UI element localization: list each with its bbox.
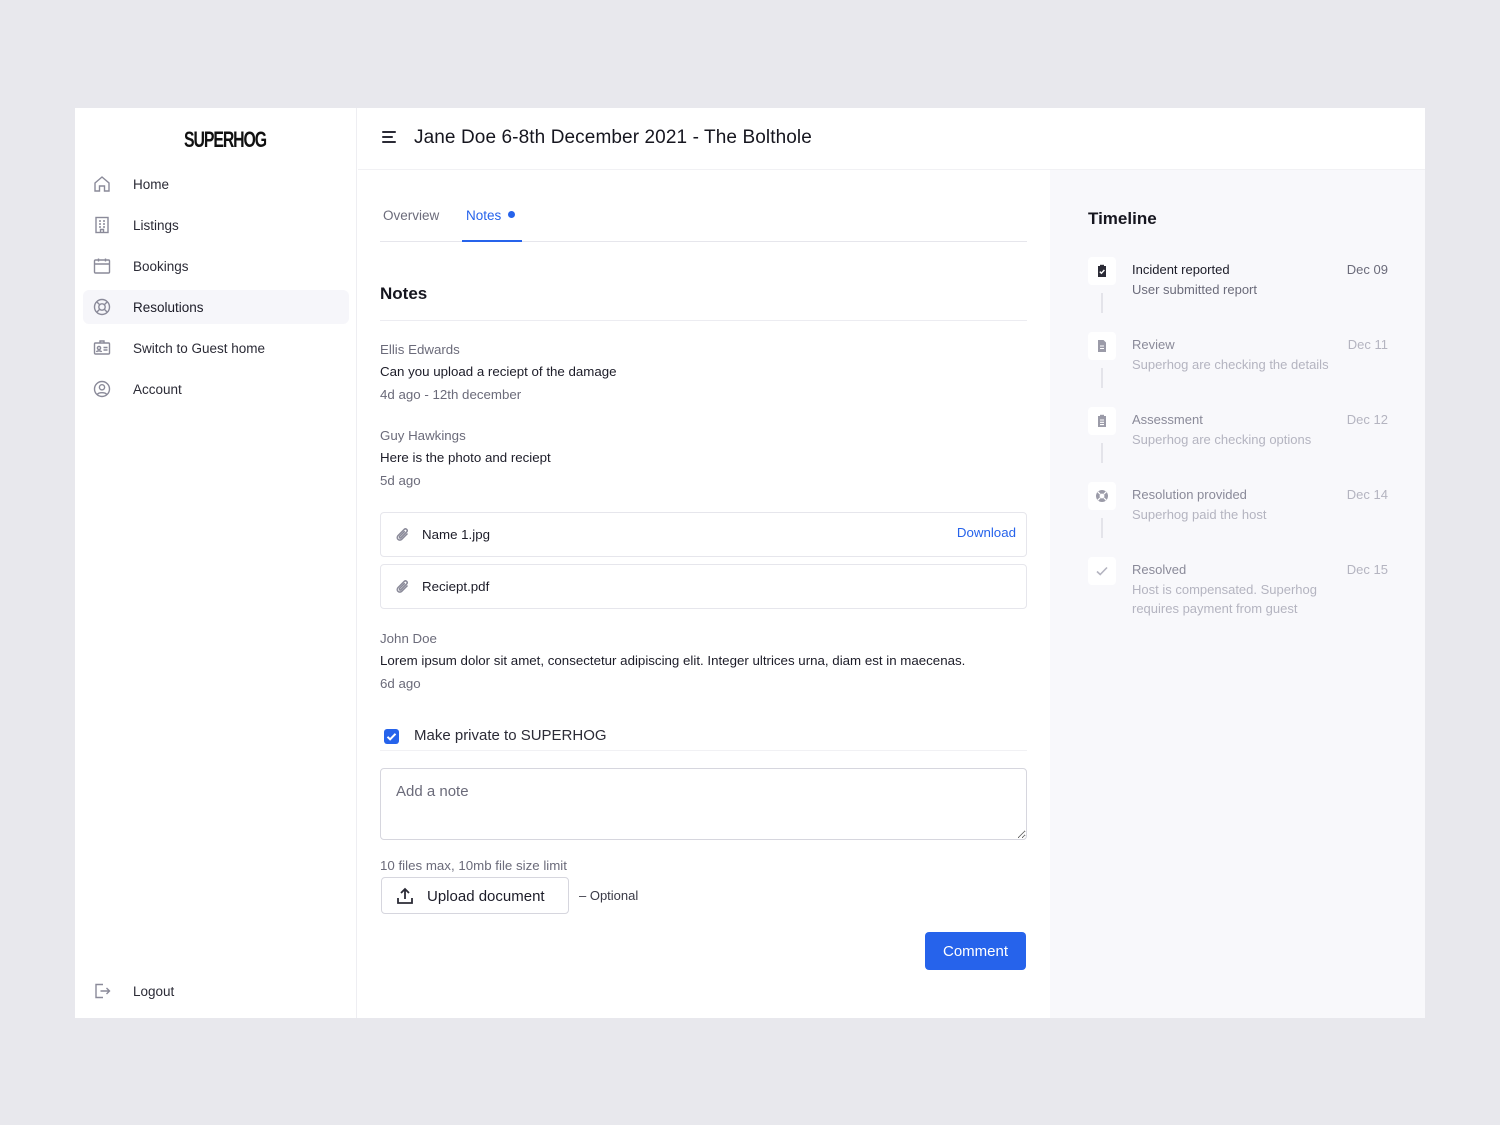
timeline-item-desc: User submitted report [1132, 282, 1257, 297]
attachment-name: Name 1.jpg [422, 527, 490, 542]
timeline-item-name: Assessment [1132, 412, 1203, 427]
sidebar-item-account[interactable]: Account [83, 372, 349, 406]
note-body: Lorem ipsum dolor sit amet, consectetur … [380, 653, 966, 668]
attachment-name: Reciept.pdf [422, 579, 490, 594]
timeline-connector [1101, 518, 1103, 538]
timeline-item-desc: Host is compensated. Superhog requires p… [1132, 582, 1317, 616]
superhog-logo[interactable]: SUPERHOG [184, 127, 267, 153]
page-title: Jane Doe 6-8th December 2021 - The Bolth… [414, 127, 812, 148]
note-author: Guy Hawkings [380, 428, 466, 443]
sidebar: SUPERHOG Home Listings Bookings Resoluti… [75, 108, 357, 1018]
lifebuoy-icon [1088, 482, 1116, 510]
note-time: 4d ago - 12th december [380, 387, 522, 402]
timeline-connector [1101, 368, 1103, 388]
sidebar-item-label: Resolutions [133, 299, 204, 315]
sidebar-item-resolutions[interactable]: Resolutions [83, 290, 349, 324]
app-window: SUPERHOG Home Listings Bookings Resoluti… [75, 108, 1425, 1018]
timeline-item-date: Dec 11 [1347, 337, 1388, 352]
building-icon [92, 215, 112, 235]
sidebar-item-listings[interactable]: Listings [83, 208, 349, 242]
timeline-item: Assessment Superhog are checking options… [1088, 407, 1388, 482]
sidebar-item-label: Home [133, 176, 170, 192]
logout-button[interactable]: Logout [83, 974, 349, 1008]
timeline-item-name: Review [1132, 337, 1175, 352]
timeline-item-date: Dec 15 [1346, 562, 1388, 577]
paperclip-icon [393, 525, 413, 545]
tab-bar: Overview Notes [380, 200, 1027, 242]
notes-title: Notes [380, 284, 428, 303]
private-checkbox[interactable] [384, 729, 399, 744]
tab-overview[interactable]: Overview [383, 208, 439, 223]
page-header: Jane Doe 6-8th December 2021 - The Bolth… [358, 108, 1425, 170]
tab-notes-label: Notes [466, 208, 502, 223]
file-limit-text: 10 files max, 10mb file size limit [380, 858, 567, 873]
timeline-item: Resolved Host is compensated. Superhog r… [1088, 557, 1388, 632]
timeline-item-date: Dec 12 [1346, 412, 1388, 427]
unread-dot-icon [508, 211, 516, 218]
lifebuoy-icon [92, 297, 112, 317]
active-tab-indicator [462, 240, 522, 242]
note-author: John Doe [380, 631, 437, 646]
timeline-item: Incident reported User submitted report … [1088, 257, 1388, 332]
timeline-item-date: Dec 09 [1346, 262, 1388, 277]
sidebar-item-label: Listings [133, 217, 179, 233]
sidebar-item-label: Account [133, 381, 182, 397]
divider [380, 320, 1027, 321]
paperclip-icon [393, 577, 413, 597]
upload-label: Upload document [427, 888, 545, 905]
clipboard-icon [1088, 407, 1116, 435]
note-item: Ellis Edwards Can you upload a reciept o… [380, 342, 1027, 409]
note-body: Can you upload a reciept of the damage [380, 364, 617, 379]
sidebar-item-home[interactable]: Home [83, 167, 349, 201]
timeline-title: Timeline [1088, 209, 1157, 228]
note-body: Here is the photo and reciept [380, 450, 551, 465]
timeline-panel: Timeline Incident reported User submitte… [1050, 170, 1425, 1018]
id-card-icon [92, 338, 112, 358]
note-time: 6d ago [380, 676, 421, 691]
main-content: Overview Notes Notes Ellis Edwards Can y… [380, 170, 1027, 1018]
clipboard-check-icon [1088, 257, 1116, 285]
note-input[interactable] [380, 768, 1027, 840]
note-item: Guy Hawkings Here is the photo and recie… [380, 428, 1027, 495]
upload-document-button[interactable]: Upload document [381, 877, 569, 914]
logout-icon [92, 981, 112, 1001]
home-icon [92, 174, 112, 194]
private-label: Make private to SUPERHOG [414, 727, 607, 744]
logout-section: Logout [83, 974, 349, 1015]
attachment-row: Name 1.jpg Download [380, 512, 1027, 557]
attachment-row: Reciept.pdf [380, 564, 1027, 609]
timeline-connector [1101, 443, 1103, 463]
logout-label: Logout [133, 983, 175, 999]
comment-button[interactable]: Comment [925, 932, 1026, 970]
tab-notes[interactable]: Notes [466, 208, 516, 223]
sidebar-item-switch-guest-home[interactable]: Switch to Guest home [83, 331, 349, 365]
timeline-item-desc: Superhog are checking options [1132, 432, 1312, 447]
upload-icon [395, 886, 415, 906]
timeline-item: Review Superhog are checking the details… [1088, 332, 1388, 407]
timeline-item-name: Resolution provided [1132, 487, 1247, 502]
timeline-connector [1101, 293, 1103, 313]
sidebar-item-label: Bookings [133, 258, 189, 274]
document-icon [1088, 332, 1116, 360]
timeline-item-date: Dec 14 [1346, 487, 1388, 502]
menu-icon[interactable] [382, 131, 398, 145]
sidebar-item-bookings[interactable]: Bookings [83, 249, 349, 283]
timeline-item-desc: Superhog paid the host [1132, 507, 1267, 522]
sidebar-nav: Home Listings Bookings Resolutions Switc… [83, 167, 349, 413]
download-link[interactable]: Download [957, 525, 1016, 540]
timeline-item-desc: Superhog are checking the details [1132, 357, 1329, 372]
timeline-item-name: Incident reported [1132, 262, 1230, 277]
timeline-item-name: Resolved [1132, 562, 1187, 577]
sidebar-item-label: Switch to Guest home [133, 340, 266, 356]
calendar-icon [92, 256, 112, 276]
user-circle-icon [92, 379, 112, 399]
optional-label: – Optional [579, 888, 639, 903]
check-icon [1088, 557, 1116, 585]
note-item: John Doe Lorem ipsum dolor sit amet, con… [380, 631, 1027, 698]
timeline-item: Resolution provided Superhog paid the ho… [1088, 482, 1388, 557]
private-toggle-row: Make private to SUPERHOG [380, 725, 1027, 751]
note-author: Ellis Edwards [380, 342, 460, 357]
note-time: 5d ago [380, 473, 421, 488]
